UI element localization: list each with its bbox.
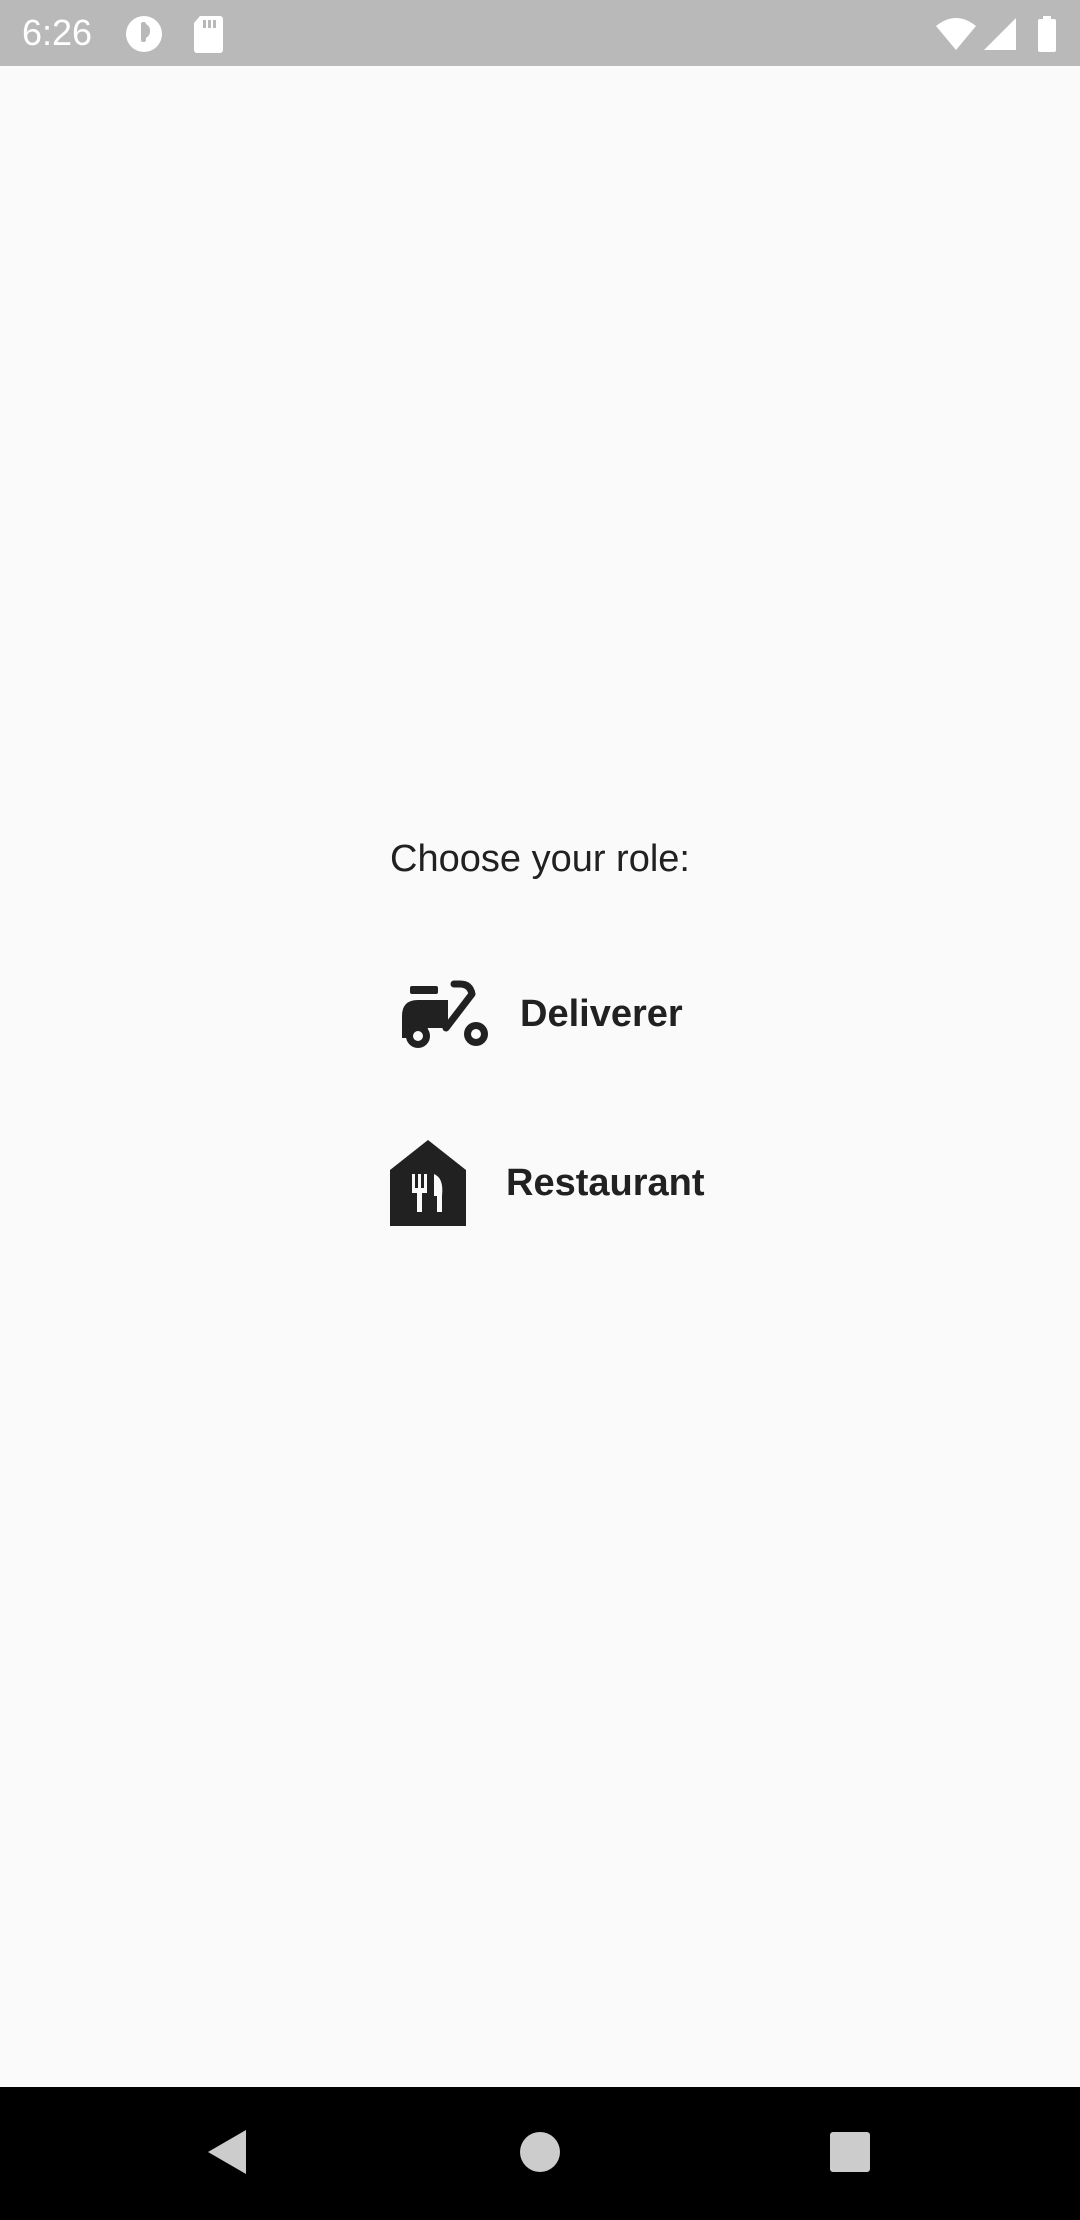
battery-icon xyxy=(1036,14,1058,54)
app-screen: 6:26 Choose your role: Deliverer Restaur… xyxy=(0,0,1080,2220)
status-bar: 6:26 xyxy=(0,0,1080,66)
home-button[interactable] xyxy=(500,2117,580,2191)
back-button[interactable] xyxy=(186,2117,266,2191)
deliverer-label: Deliverer xyxy=(520,993,683,1035)
wifi-icon xyxy=(934,14,978,54)
sd-card-icon xyxy=(192,14,232,54)
cell-signal-icon xyxy=(982,14,1018,54)
restaurant-icon xyxy=(390,1140,466,1226)
restaurant-label: Restaurant xyxy=(506,1162,705,1204)
scooter-icon xyxy=(398,978,494,1050)
home-icon xyxy=(518,2130,562,2179)
pie-chart-icon xyxy=(124,14,164,54)
deliverer-role-button[interactable]: Deliverer xyxy=(398,978,683,1050)
role-prompt: Choose your role: xyxy=(390,838,690,880)
restaurant-role-button[interactable]: Restaurant xyxy=(390,1140,705,1226)
recents-icon xyxy=(828,2130,872,2179)
recents-button[interactable] xyxy=(810,2117,890,2191)
navigation-bar xyxy=(0,2087,1080,2220)
role-selection-screen: Choose your role: Deliverer Restaurant xyxy=(0,66,1080,2087)
back-icon xyxy=(202,2126,250,2183)
status-time: 6:26 xyxy=(22,12,93,53)
